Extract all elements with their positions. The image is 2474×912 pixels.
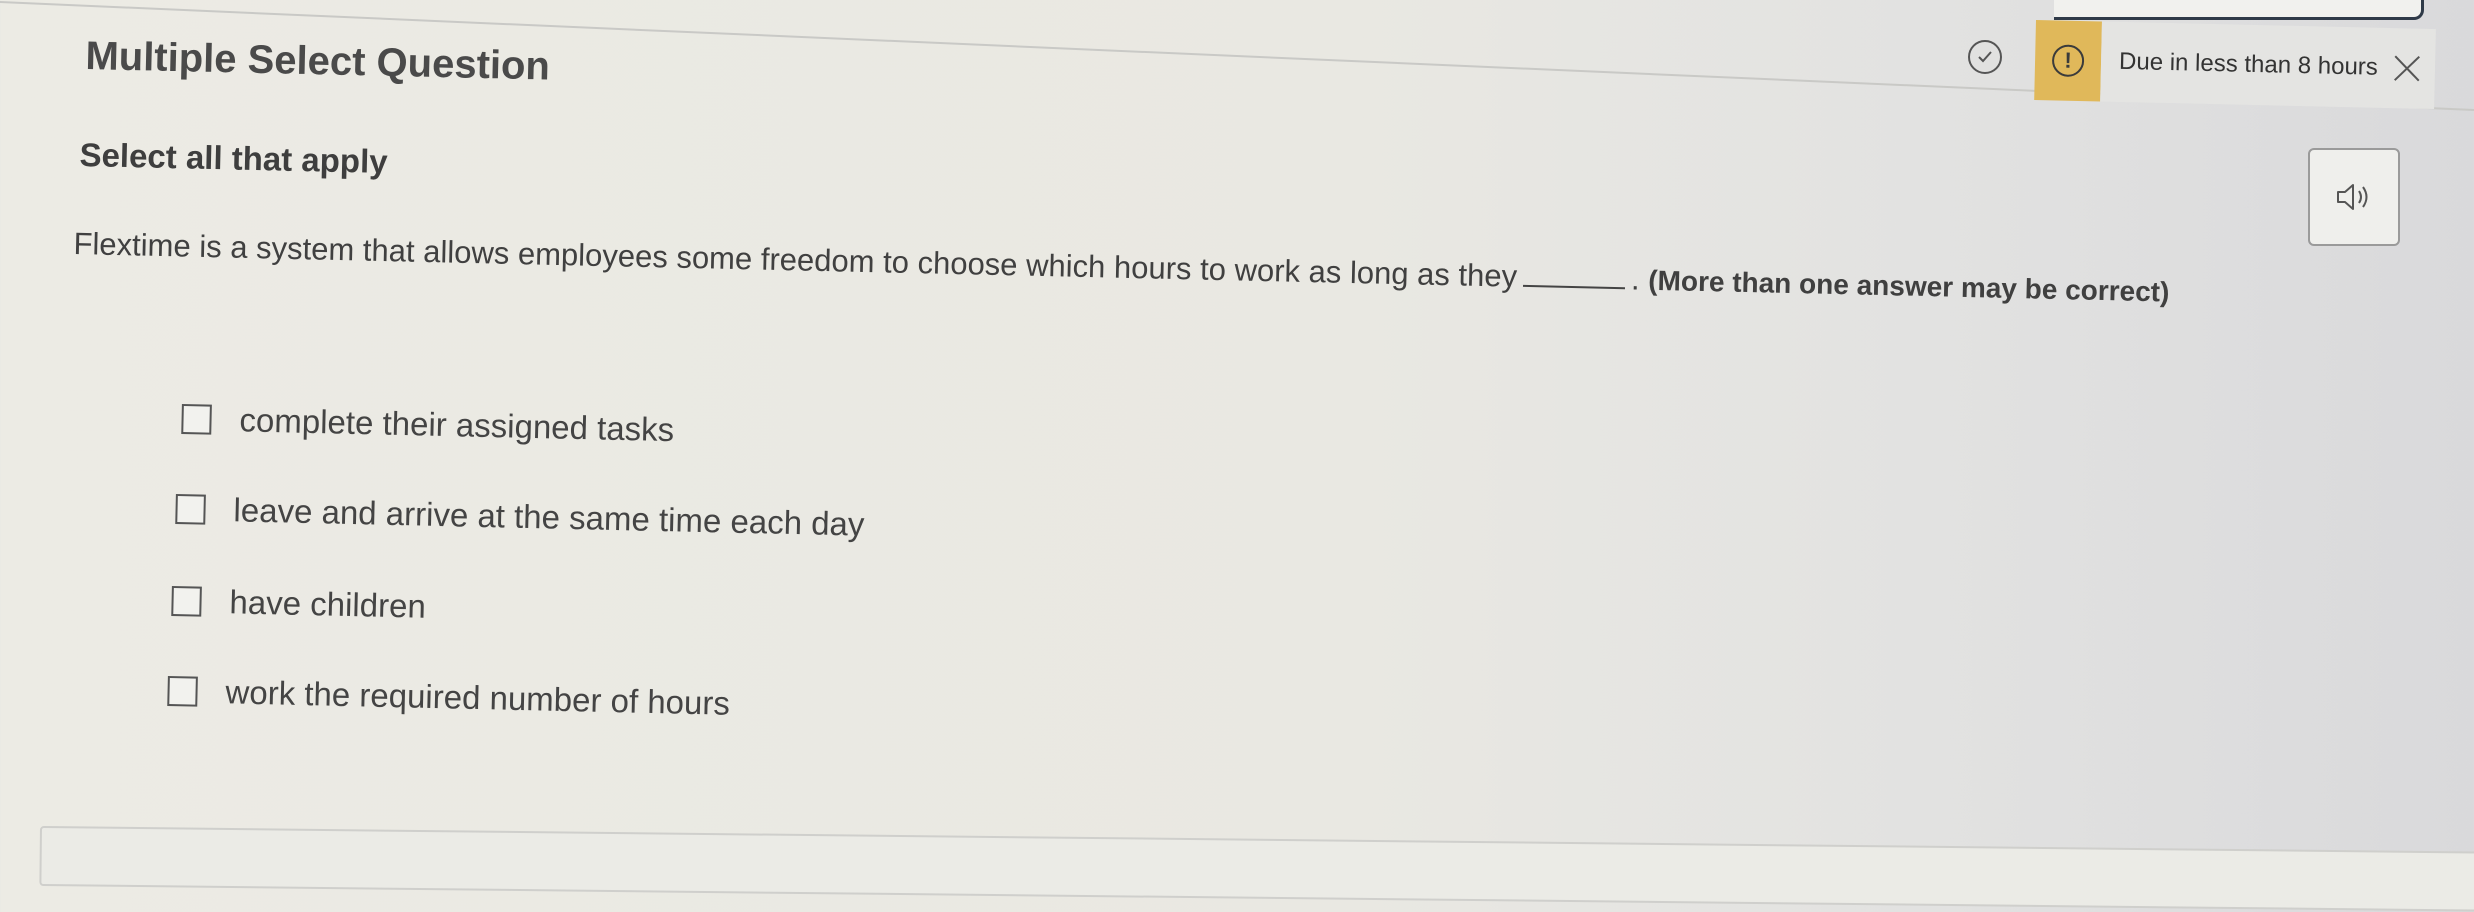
- warning-icon: !: [2051, 44, 2085, 78]
- due-notice: ! Due in less than 8 hours: [2034, 20, 2436, 110]
- option-label: leave and arrive at the same time each d…: [233, 491, 865, 543]
- due-text: Due in less than 8 hours: [2118, 47, 2379, 81]
- prompt-text: Flextime is a system that allows employe…: [73, 226, 1518, 294]
- next-content-panel: [39, 826, 2474, 912]
- answer-blank: [1522, 284, 1625, 290]
- option-item[interactable]: leave and arrive at the same time each d…: [175, 490, 865, 544]
- check-circle-icon[interactable]: [1968, 40, 2002, 74]
- due-text-container: Due in less than 8 hours: [2100, 21, 2436, 110]
- option-checkbox[interactable]: [167, 675, 198, 707]
- prompt-punctuation: .: [1630, 261, 1641, 297]
- speaker-icon: [2337, 184, 2368, 210]
- option-label: have children: [229, 583, 427, 625]
- option-checkbox[interactable]: [171, 585, 202, 617]
- option-item[interactable]: complete their assigned tasks: [181, 400, 675, 449]
- instruction-text: Select all that apply: [79, 136, 389, 180]
- top-toolbar-edge: [2054, 0, 2424, 20]
- warning-badge: !: [2034, 20, 2102, 102]
- close-icon[interactable]: [2391, 53, 2422, 84]
- option-label: complete their assigned tasks: [239, 401, 675, 449]
- option-item[interactable]: work the required number of hours: [167, 672, 730, 723]
- warning-glyph: !: [2064, 47, 2073, 73]
- prompt-note: (More than one answer may be correct): [1647, 264, 2170, 308]
- question-type-title: Multiple Select Question: [85, 34, 551, 89]
- read-aloud-button[interactable]: [2308, 148, 2400, 246]
- option-label: work the required number of hours: [225, 673, 731, 722]
- question-prompt: Flextime is a system that allows employe…: [73, 226, 2373, 314]
- option-checkbox[interactable]: [181, 403, 212, 435]
- option-checkbox[interactable]: [175, 493, 206, 525]
- option-item[interactable]: have children: [171, 582, 426, 626]
